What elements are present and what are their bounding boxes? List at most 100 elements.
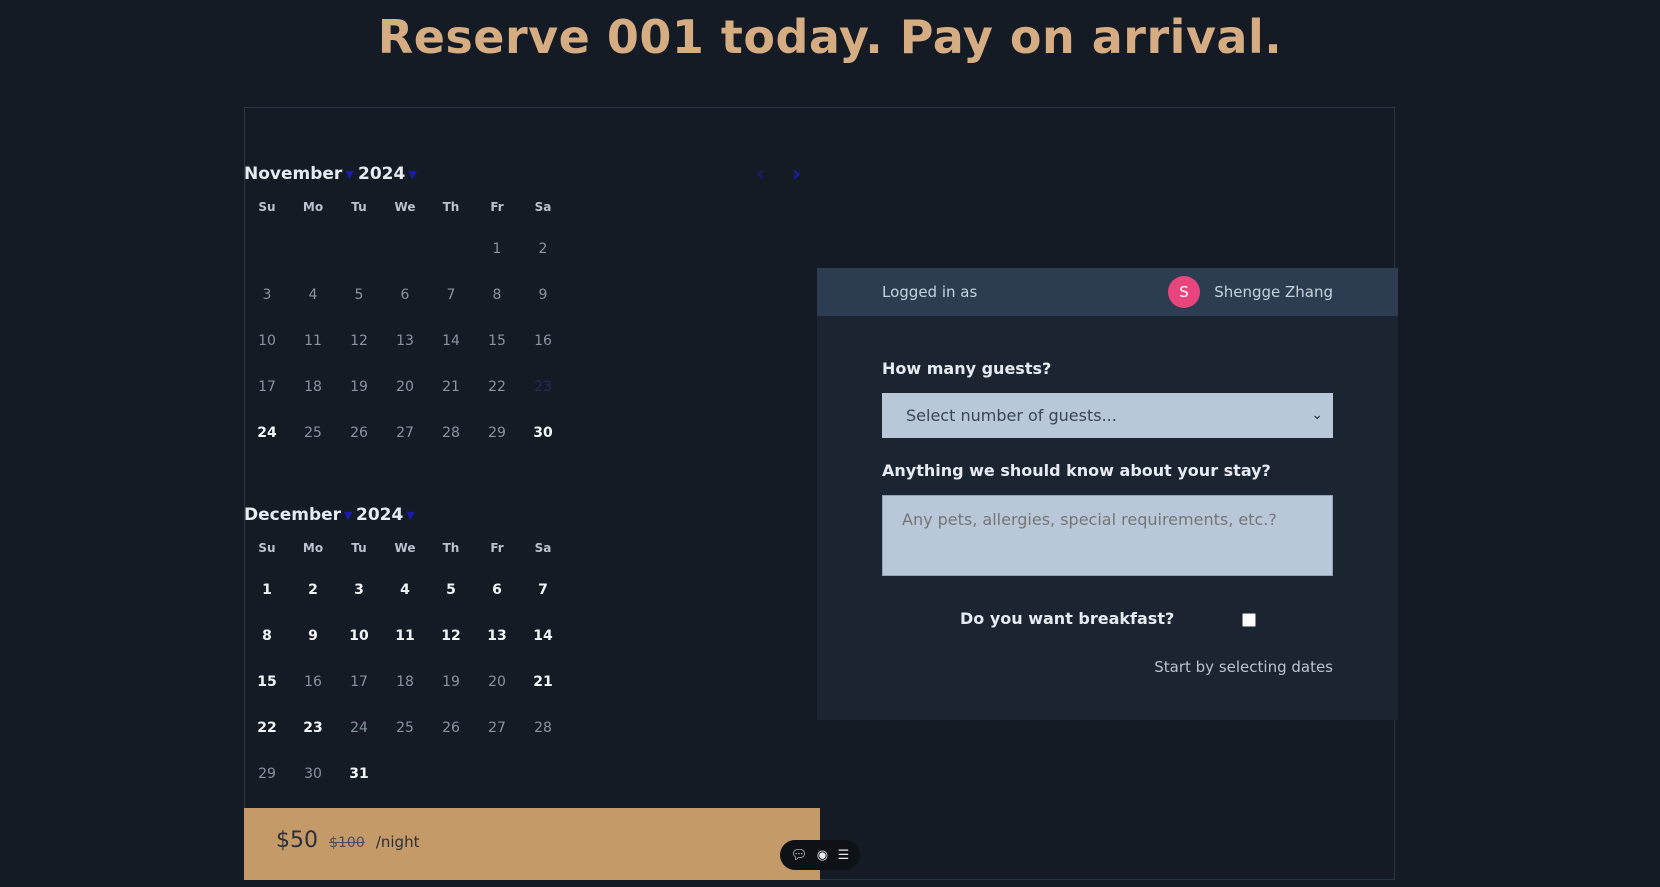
week-row: 17 18 19 20 21 22 23 [244,364,819,410]
calendar-month-december: December ▼ 2024 ▼ Su Mo Tu We Th Fr Sa 123456789… [244,505,819,797]
calendar-day[interactable]: 14 [520,628,566,644]
week-row: 8 9 10 11 12 13 14 [244,613,819,659]
weekday-header: Su Mo Tu We Th Fr Sa [244,541,819,567]
calendar-day[interactable]: 1 [244,582,290,598]
week-row: 24 25 26 27 28 29 30 [244,410,819,456]
calendar-day[interactable]: 9 [290,628,336,644]
month-select[interactable]: December ▼ [244,505,353,525]
calendar-day[interactable]: 17 [336,674,382,690]
calendar-day[interactable]: 4 [382,582,428,598]
calendar-day[interactable]: 14 [428,333,474,349]
calendar-day[interactable]: 27 [474,720,520,736]
calendar-day[interactable]: 5 [428,582,474,598]
calendar-day[interactable]: 13 [474,628,520,644]
calendar-day[interactable]: 31 [336,766,382,782]
menu-icon[interactable]: ☰ [838,848,850,863]
calendar-day[interactable]: 13 [382,333,428,349]
calendar-day[interactable]: 4 [290,287,336,303]
calendar-day[interactable]: 21 [428,379,474,395]
calendar-day[interactable]: 28 [520,720,566,736]
calendar-day[interactable]: 12 [336,333,382,349]
calendar-day[interactable]: 22 [244,720,290,736]
calendar-day[interactable]: 3 [336,582,382,598]
comment-icon[interactable]: 💬︎ [791,848,808,863]
calendar-day[interactable]: 11 [290,333,336,349]
price-unit: /night [375,833,420,851]
calendar-day[interactable]: 18 [382,674,428,690]
weekday-label: Mo [302,200,324,214]
calendar-day[interactable]: 23 [520,379,566,395]
calendar-day[interactable]: 30 [520,425,566,441]
calendar-day[interactable]: 16 [290,674,336,690]
calendar-day[interactable]: 25 [382,720,428,736]
weekday-label: Fr [490,541,504,555]
select-dates-hint: Start by selecting dates [1154,658,1333,676]
weekday-label: Tu [351,200,367,214]
calendar-day[interactable]: 22 [474,379,520,395]
calendar-day[interactable]: 8 [244,628,290,644]
notes-textarea[interactable] [882,495,1333,576]
calendar-day[interactable]: 24 [336,720,382,736]
calendar-day[interactable]: 2 [290,582,336,598]
calendar-day[interactable]: 21 [520,674,566,690]
calendar-day[interactable]: 18 [290,379,336,395]
calendar-day[interactable]: 19 [336,379,382,395]
notes-label: Anything we should know about your stay? [882,461,1271,480]
calendar-day[interactable]: 7 [520,582,566,598]
weekday-label: Fr [490,200,504,214]
calendar-day[interactable]: 7 [428,287,474,303]
guests-select[interactable]: Select number of guests... ⌄ [882,393,1333,438]
month-select[interactable]: November ▼ [244,164,354,184]
page-title: Reserve 001 today. Pay on arrival. [377,10,1283,64]
year-select[interactable]: 2024 ▼ [356,505,415,525]
calendar-day[interactable]: 23 [290,720,336,736]
chevron-down-icon: ▼ [344,508,353,522]
calendar-day[interactable]: 29 [244,766,290,782]
weekday-label: Th [442,200,460,214]
chevron-down-icon: ⌄ [1311,407,1323,423]
calendar-day[interactable]: 26 [336,425,382,441]
logged-in-label: Logged in as [882,283,978,301]
calendar-day[interactable]: 25 [290,425,336,441]
week-row: 22 23 24 25 26 27 28 [244,705,819,751]
week-row: 15 16 17 18 19 20 21 [244,659,819,705]
calendar-day[interactable]: 30 [290,766,336,782]
eye-icon[interactable]: ◉ [817,848,828,863]
week-row: 1234567 [244,567,819,613]
calendar-day[interactable]: 10 [244,333,290,349]
calendar-day[interactable]: 9 [520,287,566,303]
weekday-label: Mo [302,541,324,555]
calendar-day[interactable]: 6 [382,287,428,303]
calendar-day[interactable]: 16 [520,333,566,349]
calendar-day[interactable]: 15 [474,333,520,349]
year-select[interactable]: 2024 ▼ [358,164,417,184]
calendar-day[interactable]: 20 [382,379,428,395]
calendar-day[interactable]: 26 [428,720,474,736]
week-row: 10 11 12 13 14 15 16 [244,318,819,364]
calendar-day[interactable]: 20 [474,674,520,690]
calendar-day[interactable]: 24 [244,425,290,441]
calendar-day[interactable]: 5 [336,287,382,303]
calendar-day[interactable]: 6 [474,582,520,598]
calendar-day[interactable]: 28 [428,425,474,441]
weekday-label: We [394,200,416,214]
calendar-day[interactable]: 2 [520,241,566,257]
calendar-day[interactable]: 12 [428,628,474,644]
floating-toolbar: 💬︎ ◉ ☰ [780,840,860,870]
user-name: Shengge Zhang [1214,283,1333,301]
calendar-day[interactable]: 10 [336,628,382,644]
calendar-day[interactable]: 1 [474,241,520,257]
breakfast-checkbox[interactable] [1242,613,1256,627]
calendar-day[interactable]: 15 [244,674,290,690]
calendar-day[interactable]: 19 [428,674,474,690]
calendar-day[interactable]: 8 [474,287,520,303]
calendar-day[interactable]: 3 [244,287,290,303]
chevron-left-icon[interactable]: ‹ [756,162,765,187]
chevron-right-icon[interactable]: › [792,162,801,187]
calendar-day[interactable]: 11 [382,628,428,644]
week-row: 3456789 [244,272,819,318]
calendar-day[interactable]: 27 [382,425,428,441]
calendar-day[interactable]: 17 [244,379,290,395]
weekday-label: Th [442,541,460,555]
calendar-day[interactable]: 29 [474,425,520,441]
